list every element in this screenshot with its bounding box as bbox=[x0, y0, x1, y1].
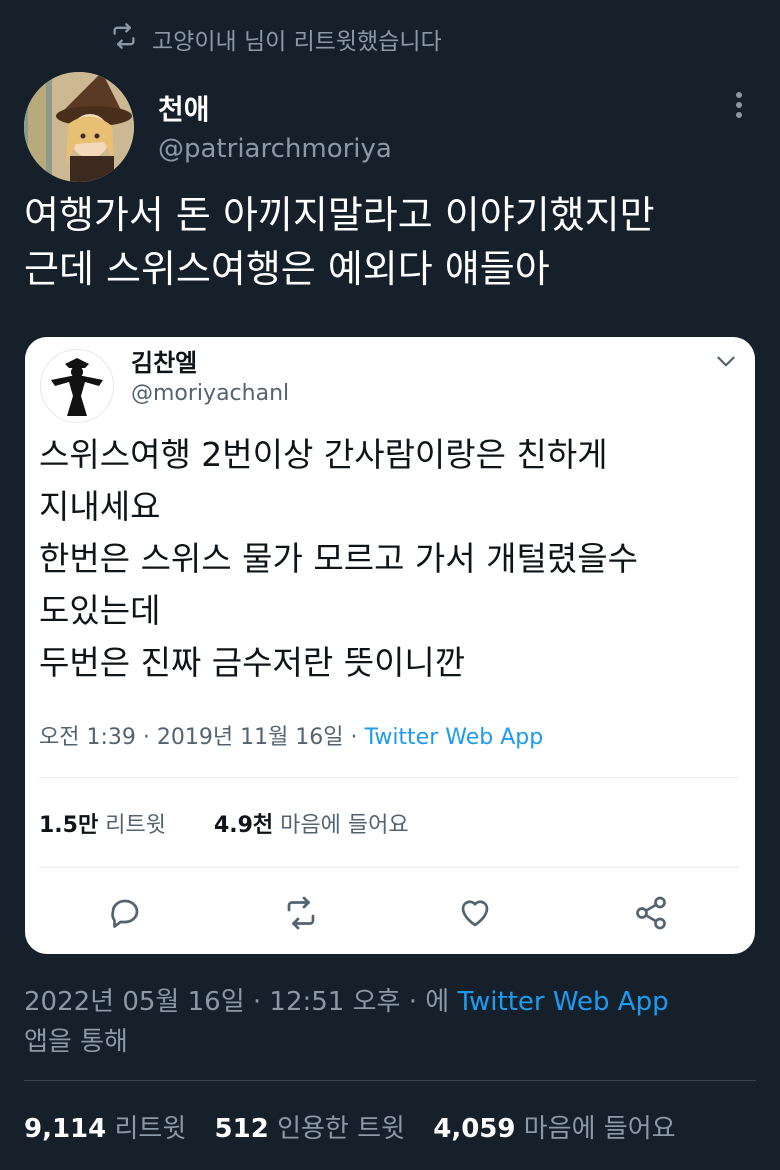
quoted-timestamp: 오전 1:39 · 2019년 11월 16일 · Twitter Web Ap… bbox=[39, 719, 543, 751]
tweet-text-line: 여행가서 돈 아끼지말라고 이야기했지만 bbox=[24, 193, 655, 237]
quotes-label: 인용한 트윗 bbox=[277, 1114, 405, 1144]
retweet-banner-text: 고양이내 님이 리트윗했습니다 bbox=[152, 29, 442, 55]
quoted-action-bar bbox=[25, 895, 755, 935]
more-icon[interactable] bbox=[724, 90, 754, 120]
chevron-down-icon[interactable] bbox=[713, 349, 739, 375]
share-icon[interactable] bbox=[633, 895, 673, 935]
retweet-banner[interactable]: 고양이내 님이 리트윗했습니다 bbox=[110, 22, 442, 56]
quoted-source-link[interactable]: Twitter Web App bbox=[365, 725, 544, 750]
author-handle[interactable]: @patriarchmoriya bbox=[158, 134, 392, 164]
quoted-avatar[interactable] bbox=[40, 349, 114, 423]
tweet-timestamp: 2022년 05월 16일 · 12:51 오후 · 에 Twitter Web… bbox=[24, 982, 764, 1062]
quotes-count: 512 bbox=[214, 1114, 269, 1144]
quoted-timestamp-text: 오전 1:39 · 2019년 11월 16일 · bbox=[39, 725, 365, 750]
quoted-likes-stat[interactable]: 4.9천 마음에 들어요 bbox=[214, 813, 409, 838]
likes-label: 마음에 들어요 bbox=[523, 1114, 676, 1144]
quoted-retweets-stat[interactable]: 1.5만 리트윗 bbox=[39, 813, 166, 838]
quoted-likes-label: 마음에 들어요 bbox=[280, 813, 409, 838]
quotes-stat[interactable]: 512 인용한 트윗 bbox=[215, 1114, 405, 1144]
divider bbox=[24, 1080, 756, 1081]
quoted-text-line: 두번은 진짜 금수저란 뜻이니깐 bbox=[39, 643, 466, 682]
quoted-likes-count: 4.9천 bbox=[213, 813, 274, 838]
quoted-stats: 1.5만 리트윗 4.9천 마음에 들어요 bbox=[39, 807, 409, 839]
quoted-retweets-label: 리트윗 bbox=[105, 813, 166, 838]
quoted-text-line: 지내세요 bbox=[39, 487, 161, 526]
likes-count: 4,059 bbox=[433, 1114, 516, 1144]
retweets-count: 9,114 bbox=[24, 1114, 107, 1144]
tweet-text: 여행가서 돈 아끼지말라고 이야기했지만 근데 스위스여행은 예외다 얘들아 bbox=[24, 188, 764, 296]
avatar[interactable] bbox=[24, 72, 134, 182]
quoted-retweets-count: 1.5만 bbox=[39, 813, 99, 838]
retweets-stat[interactable]: 9,114 리트윗 bbox=[24, 1114, 186, 1144]
quoted-text-line: 도있는데 bbox=[39, 591, 161, 630]
tweet-timestamp-text: 2022년 05월 16일 · 12:51 오후 · 에 bbox=[24, 987, 450, 1017]
tweet-stats: 9,114 리트윗 512 인용한 트윗 4,059 마음에 들어요 bbox=[24, 1108, 676, 1145]
tweet-source-suffix: 앱을 통해 bbox=[24, 1027, 128, 1057]
quoted-tweet-text: 스위스여행 2번이상 간사람이랑은 친하게 지내세요 한번은 스위스 물가 모르… bbox=[39, 429, 749, 689]
likes-stat[interactable]: 4,059 마음에 들어요 bbox=[433, 1114, 675, 1144]
quoted-text-line: 한번은 스위스 물가 모르고 가서 개털렸을수 bbox=[39, 539, 638, 578]
retweet-icon bbox=[110, 22, 138, 56]
divider bbox=[39, 867, 739, 868]
retweet-icon[interactable] bbox=[283, 895, 323, 935]
quoted-tweet-card[interactable]: 김찬엘 @moriyachanl 스위스여행 2번이상 간사람이랑은 친하게 지… bbox=[25, 337, 755, 954]
divider bbox=[39, 777, 739, 778]
quoted-text-line: 스위스여행 2번이상 간사람이랑은 친하게 bbox=[39, 435, 608, 474]
tweet-source-link[interactable]: Twitter Web App bbox=[457, 987, 668, 1017]
like-icon[interactable] bbox=[457, 895, 497, 935]
author-display-name[interactable]: 천애 bbox=[158, 88, 210, 128]
retweets-label: 리트윗 bbox=[114, 1114, 187, 1144]
reply-icon[interactable] bbox=[107, 895, 147, 935]
quoted-display-name[interactable]: 김찬엘 bbox=[131, 343, 197, 378]
tweet-text-line: 근데 스위스여행은 예외다 얘들아 bbox=[24, 247, 550, 291]
quoted-handle[interactable]: @moriyachanl bbox=[131, 381, 289, 406]
